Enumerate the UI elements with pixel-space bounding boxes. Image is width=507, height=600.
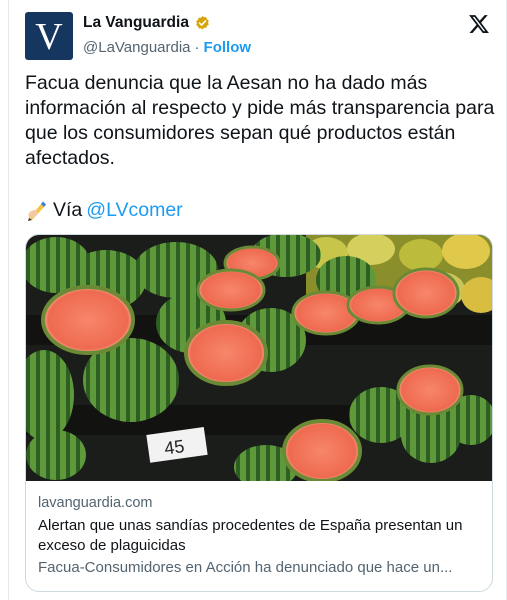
link-description: Facua-Consumidores en Acción ha denuncia…	[38, 559, 453, 576]
separator: ·	[194, 39, 200, 56]
verified-badge-icon	[196, 15, 209, 30]
link-domain: lavanguardia.com	[38, 495, 153, 511]
display-name[interactable]: La Vanguardia	[83, 14, 189, 32]
tweet-text: Facua denuncia que la Aesan no ha dado m…	[25, 72, 495, 169]
link-meta: lavanguardia.com Alertan que unas sandía…	[38, 493, 482, 578]
author-name-row: La Vanguardia	[83, 14, 211, 32]
watermelon-photo[interactable]: 45	[26, 235, 493, 481]
via-row: Vía @LVcomer	[25, 198, 183, 222]
link-preview-card[interactable]: 45 lavanguardia.com Alertan que unas san…	[25, 234, 493, 592]
link-headline[interactable]: Alertan que unas sandías procedentes de …	[38, 516, 482, 556]
avatar-letter: V	[35, 16, 63, 58]
handle-row: @LaVanguardia · Follow	[83, 39, 251, 56]
avatar[interactable]: V	[25, 12, 73, 60]
x-logo-icon[interactable]	[468, 13, 490, 35]
price-tag-text: 45	[163, 436, 186, 459]
follow-button[interactable]: Follow	[204, 39, 252, 56]
tweet-embed-card: V La Vanguardia @LaVanguardia · Follow F…	[8, 0, 507, 600]
writing-hand-icon	[28, 201, 46, 221]
via-mention-link[interactable]: @LVcomer	[86, 199, 182, 222]
handle[interactable]: @LaVanguardia	[83, 39, 191, 56]
via-label: Vía	[53, 198, 83, 221]
